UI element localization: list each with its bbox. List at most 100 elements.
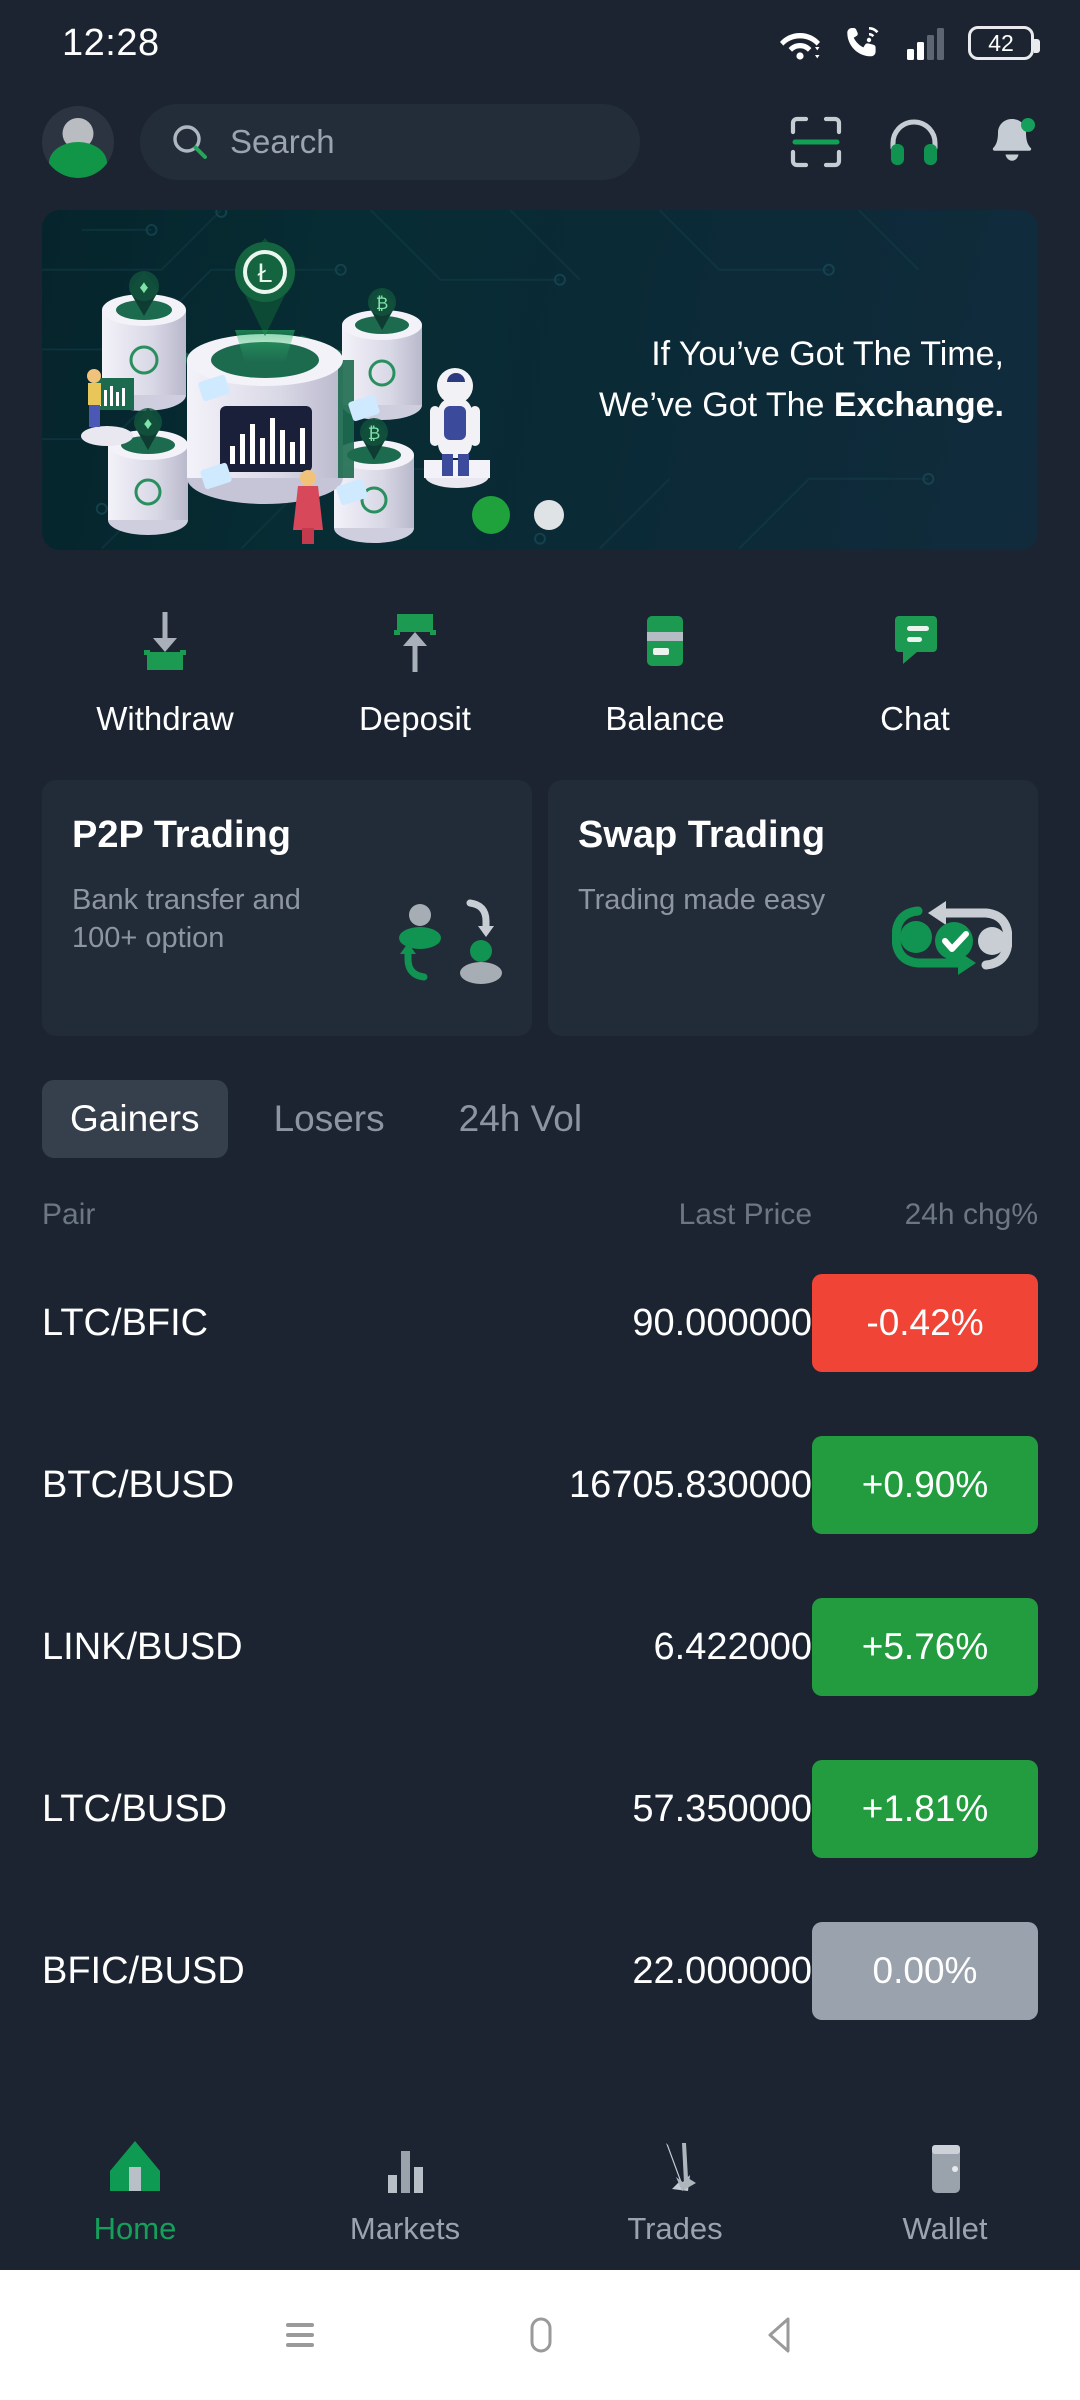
table-row[interactable]: BFIC/BUSD 22.000000 0.00% [0,1890,1080,2052]
battery-icon: 42 [968,26,1040,60]
table-row[interactable]: LINK/BUSD 6.422000 +5.76% [0,1566,1080,1728]
svg-text:Ł: Ł [257,258,272,288]
cellular-signal-icon [907,28,944,60]
promo-cards: P2P Trading Bank transfer and 100+ optio… [0,762,1080,1036]
headphones-support-icon[interactable] [886,114,942,170]
table-row[interactable]: LTC/BUSD 57.350000 +1.81% [0,1728,1080,1890]
back-triangle-icon[interactable] [740,2295,820,2375]
carousel-dot-active[interactable] [472,496,510,534]
tab-losers[interactable]: Losers [246,1080,413,1158]
p2p-exchange-icon [398,893,506,990]
banner-line-2: We’ve Got The Exchange. [574,380,1004,431]
table-row[interactable]: BTC/BUSD 16705.830000 +0.90% [0,1404,1080,1566]
banner-line-1: If You’ve Got The Time, [651,335,1004,373]
app-root: 12:28 42 Search ♦ ₿ ♦ ₿ Ł If You’ve Got … [0,0,1080,2400]
status-badge: 0.00% [812,1922,1038,2020]
home-icon [106,2135,164,2195]
cell-pair: LTC/BFIC [42,1301,209,1344]
nav-item-wallet[interactable]: Wallet [810,2135,1080,2247]
search-placeholder: Search [230,123,335,160]
scan-icon[interactable] [788,114,844,170]
wallet-icon [916,2135,974,2195]
svg-text:♦: ♦ [139,277,148,297]
cell-pair: LINK/BUSD [42,1625,243,1668]
quick-action-chat[interactable]: Chat [790,610,1040,738]
chat-bubble-icon [881,610,949,674]
cell-price: 57.350000 [632,1787,812,1830]
promo-card-p2p-trading[interactable]: P2P Trading Bank transfer and 100+ optio… [42,780,532,1036]
banner-slide[interactable]: ♦ ₿ ♦ ₿ Ł If You’ve Got The Time, We’ve … [42,210,1038,550]
status-badge: +0.90% [812,1436,1038,1534]
tab-24h-vol[interactable]: 24h Vol [431,1080,610,1158]
banner-carousel[interactable]: ♦ ₿ ♦ ₿ Ł If You’ve Got The Time, We’ve … [0,198,1080,550]
home-pill-icon[interactable] [500,2295,580,2375]
promo-subtitle: Trading made easy [578,884,826,916]
svg-text:₿: ₿ [368,424,381,443]
nav-label: Markets [349,2211,461,2246]
search-input[interactable]: Search [140,104,640,180]
quick-action-withdraw[interactable]: Withdraw [40,610,290,738]
top-bar: Search [0,86,1080,198]
nav-item-trades[interactable]: Trades [540,2135,810,2247]
withdraw-icon [131,610,199,674]
quick-action-deposit[interactable]: Deposit [290,610,540,738]
status-icon-group: 42 [778,24,1040,62]
android-navigation-bar [0,2270,1080,2400]
bell-notification-icon[interactable] [984,114,1040,170]
market-table-body: LTC/BFIC 90.000000 -0.42% BTC/BUSD 16705… [0,1242,1080,2052]
carousel-dots [472,496,564,534]
table-row[interactable]: LTC/BFIC 90.000000 -0.42% [0,1242,1080,1404]
balance-card-icon [631,610,699,674]
svg-text:₿: ₿ [376,294,389,313]
quick-action-label: Balance [605,700,725,737]
banner-line-2-strong: Exchange. [833,386,1004,424]
quick-action-label: Chat [880,700,950,737]
promo-card-swap-trading[interactable]: Swap Trading Trading made easy [548,780,1038,1036]
cell-pair: BFIC/BUSD [42,1949,245,1992]
cell-pair: BTC/BUSD [42,1463,235,1506]
cell-price: 90.000000 [632,1301,812,1344]
recents-menu-icon[interactable] [260,2295,340,2375]
promo-title: P2P Trading [72,814,291,856]
topbar-actions [788,114,1040,170]
avatar[interactable] [42,106,114,178]
cell-pair: LTC/BUSD [42,1787,228,1830]
market-tabs: Gainers Losers 24h Vol [0,1036,1080,1158]
cell-price: 22.000000 [632,1949,812,1992]
promo-title: Swap Trading [578,814,826,856]
deposit-icon [381,610,449,674]
nav-label: Home [93,2211,177,2246]
status-badge: +1.81% [812,1760,1038,1858]
status-bar: 12:28 42 [0,0,1080,86]
status-clock: 12:28 [62,21,160,64]
cell-price: 6.422000 [653,1625,813,1668]
banner-line-2-prefix: We’ve Got The [598,386,834,424]
markets-bars-icon [376,2135,434,2195]
market-table-header: Pair Last Price 24h chg% [0,1158,1080,1232]
column-header-change: 24h chg% [904,1198,1038,1231]
cell-price: 16705.830000 [568,1463,812,1506]
nav-label: Wallet [902,2211,988,2246]
avatar-body-icon [49,142,107,178]
quick-action-balance[interactable]: Balance [540,610,790,738]
trades-arrows-icon [646,2135,704,2195]
quick-actions: Withdraw Deposit Balance Chat [0,550,1080,762]
promo-subtitle: Bank transfer and 100+ option [72,884,301,955]
wifi-icon [780,33,820,60]
vowifi-call-icon [847,27,879,57]
nav-item-markets[interactable]: Markets [270,2135,540,2247]
column-header-pair: Pair [42,1198,96,1231]
nav-item-home[interactable]: Home [0,2135,270,2247]
status-badge: +5.76% [812,1598,1038,1696]
status-badge: -0.42% [812,1274,1038,1372]
banner-headline: If You’ve Got The Time, We’ve Got The Ex… [574,329,1004,431]
battery-level: 42 [988,29,1014,56]
bottom-navigation: Home Markets Trades Wallet [0,2112,1080,2270]
carousel-dot-inactive[interactable] [534,500,564,530]
tab-gainers[interactable]: Gainers [42,1080,228,1158]
svg-text:♦: ♦ [144,414,153,433]
quick-action-label: Withdraw [96,700,234,737]
search-icon [173,125,207,159]
quick-action-label: Deposit [359,700,471,737]
column-header-price: Last Price [678,1198,812,1231]
